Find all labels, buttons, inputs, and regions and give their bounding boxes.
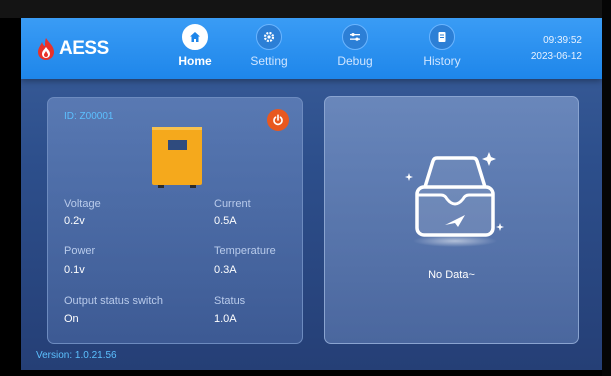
voltage-label: Voltage — [64, 198, 101, 210]
power-button[interactable] — [267, 109, 289, 131]
nav-tab-home[interactable]: Home — [160, 24, 230, 74]
right-bezel — [602, 0, 611, 376]
device-card: ID: Z00001 Voltage 0.2v Current 0.5A Pow… — [47, 97, 303, 344]
brand-name: AESS — [59, 38, 109, 59]
inverter-device-icon — [152, 127, 202, 188]
brand-logo: AESS — [36, 36, 109, 62]
clock-time: 09:39:52 — [543, 35, 582, 46]
document-icon — [429, 24, 455, 50]
device-id: ID: Z00001 — [64, 111, 114, 122]
output-status-switch-value: On — [64, 313, 79, 325]
empty-box-icon — [405, 152, 504, 247]
screen: AESS Home Setting Debug History 09:39:52… — [0, 0, 611, 376]
voltage-value: 0.2v — [64, 215, 85, 227]
nav-tab-label: History — [423, 54, 461, 68]
no-data-message: No Data~ — [428, 269, 475, 281]
gear-icon — [256, 24, 282, 50]
clock-date: 2023-06-12 — [530, 51, 582, 62]
home-icon — [182, 24, 208, 50]
empty-state-card: No Data~ — [324, 96, 579, 344]
nav-tab-label: Debug — [337, 54, 373, 68]
temperature-value: 0.3A — [214, 264, 237, 276]
power-icon — [273, 114, 283, 126]
nav-tab-debug[interactable]: Debug — [320, 24, 390, 74]
output-status-switch-label: Output status switch — [64, 295, 164, 307]
nav-tab-setting[interactable]: Setting — [234, 24, 304, 74]
top-navigation-bar: AESS Home Setting Debug History 09:39:52… — [21, 18, 602, 79]
nav-tab-label: Home — [178, 54, 212, 68]
top-bezel — [0, 0, 611, 18]
nav-tab-history[interactable]: History — [407, 24, 477, 74]
display-area: AESS Home Setting Debug History 09:39:52… — [21, 18, 602, 370]
power-label: Power — [64, 245, 96, 257]
power-value: 0.1v — [64, 264, 85, 276]
current-label: Current — [214, 198, 251, 210]
version-label: Version: 1.0.21.56 — [36, 350, 117, 361]
current-value: 0.5A — [214, 215, 237, 227]
flame-logo-icon — [38, 38, 54, 60]
status-value: 1.0A — [214, 313, 237, 325]
sliders-icon — [342, 24, 368, 50]
temperature-label: Temperature — [214, 245, 276, 257]
clock: 09:39:52 2023-06-12 — [531, 33, 582, 65]
status-label: Status — [214, 295, 246, 307]
nav-tab-label: Setting — [250, 54, 288, 68]
